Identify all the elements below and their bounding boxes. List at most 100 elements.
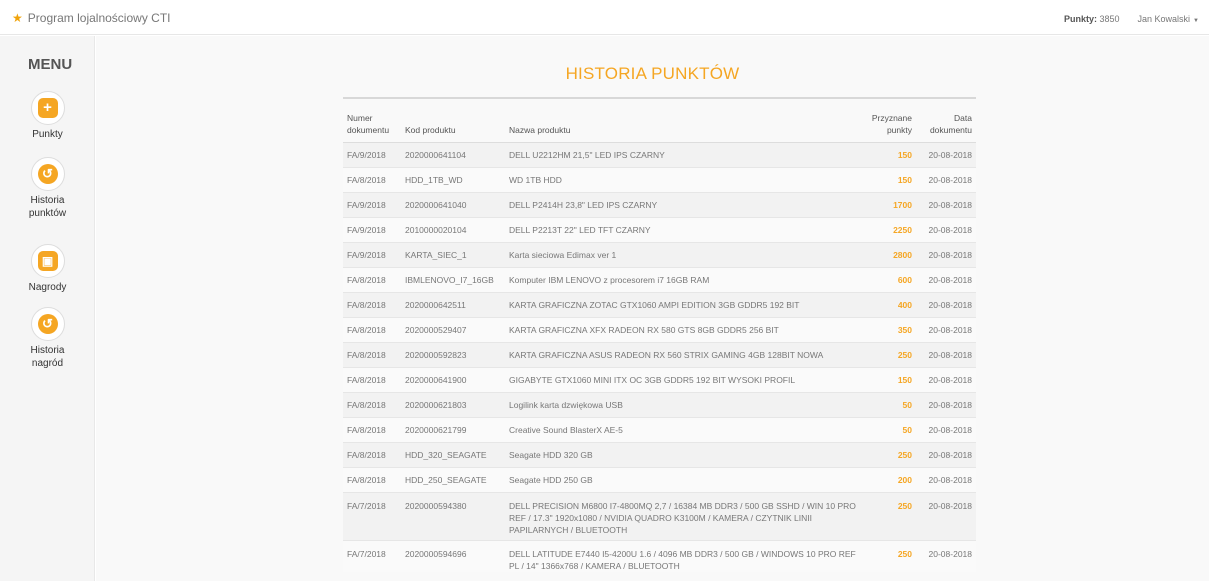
sidebar: MENU + Punkty ↺ Historia punktów ▣ Nagro… bbox=[0, 36, 95, 581]
cell-doc-number: FA/8/2018 bbox=[343, 167, 401, 193]
cell-points: 250 bbox=[861, 492, 916, 541]
star-icon: ★ bbox=[12, 11, 23, 25]
cell-points: 200 bbox=[861, 467, 916, 493]
table-row: FA/8/2018 2020000529407 KARTA GRAFICZNA XF… bbox=[343, 317, 976, 343]
cell-date: 20-08-2018 bbox=[916, 467, 976, 493]
top-navbar: ★ Program lojalnościowy CTI Punkty: 3850… bbox=[0, 0, 1209, 35]
cell-product-code: IBMLENOVO_I7_16GB bbox=[401, 267, 505, 293]
table-row: FA/8/2018 2020000621799 Creative Sound Bla… bbox=[343, 417, 976, 443]
cell-product-code: 2020000621799 bbox=[401, 417, 505, 443]
table-row: FA/8/2018 2020000642511 KARTA GRAFICZNA ZO… bbox=[343, 292, 976, 318]
cell-product-name: KARTA GRAFICZNA ZOTAC GTX1060 AMPI EDITI… bbox=[505, 292, 861, 318]
cell-product-name: KARTA GRAFICZNA XFX RADEON RX 580 GTS 8G… bbox=[505, 317, 861, 343]
table-row: FA/8/2018 2020000641900 GIGABYTE GTX1060 M… bbox=[343, 367, 976, 393]
caret-down-icon: ▼ bbox=[1193, 18, 1199, 24]
cell-product-code: 2020000592823 bbox=[401, 342, 505, 368]
column-header-product-name: Nazwa produktu bbox=[505, 109, 861, 143]
column-header-points: Przyznane punkty bbox=[861, 109, 916, 143]
table-row: FA/7/2018 2020000594696 DELL LATITUDE E744… bbox=[343, 540, 976, 572]
main-content: HISTORIA PUNKTÓW Numer dokumentu Kod pro… bbox=[96, 36, 1209, 581]
column-header-date: Data dokumentu bbox=[916, 109, 976, 143]
cell-points: 400 bbox=[861, 292, 916, 318]
table-row: FA/8/2018 2020000621803 Logilink karta dzw… bbox=[343, 392, 976, 418]
cell-points: 250 bbox=[861, 442, 916, 468]
sidebar-item-punkty[interactable]: + Punkty bbox=[0, 91, 95, 141]
cell-date: 20-08-2018 bbox=[916, 367, 976, 393]
user-menu[interactable]: Jan Kowalski ▼ bbox=[1138, 14, 1199, 24]
cell-date: 20-08-2018 bbox=[916, 417, 976, 443]
cell-product-code: HDD_1TB_WD bbox=[401, 167, 505, 193]
cell-product-name: DELL P2414H 23,8" LED IPS CZARNY bbox=[505, 192, 861, 218]
cell-doc-number: FA/9/2018 bbox=[343, 192, 401, 218]
gift-icon: ▣ bbox=[30, 244, 65, 278]
points-summary: Punkty: 3850 bbox=[1064, 14, 1120, 24]
cell-date: 20-08-2018 bbox=[916, 540, 976, 572]
table-row: FA/8/2018 HDD_320_SEAGATE Seagate HDD 320 … bbox=[343, 442, 976, 468]
cell-points: 150 bbox=[861, 142, 916, 168]
cell-product-code: HDD_250_SEAGATE bbox=[401, 467, 505, 493]
cell-product-code: 2020000641104 bbox=[401, 142, 505, 168]
table-row: FA/9/2018 KARTA_SIEC_1 Karta sieciowa Edim… bbox=[343, 242, 976, 268]
menu-title: MENU bbox=[28, 56, 73, 73]
cell-product-name: Logilink karta dzwiękowa USB bbox=[505, 392, 861, 418]
cell-date: 20-08-2018 bbox=[916, 492, 976, 541]
table-row: FA/9/2018 2020000641040 DELL P2414H 23,8" … bbox=[343, 192, 976, 218]
table-row: FA/8/2018 HDD_1TB_WD WD 1TB HDD 150 20-08-20… bbox=[343, 167, 976, 193]
cell-doc-number: FA/8/2018 bbox=[343, 442, 401, 468]
cell-doc-number: FA/8/2018 bbox=[343, 317, 401, 343]
table-header-row: Numer dokumentu Kod produktu Nazwa produ… bbox=[343, 109, 976, 143]
sidebar-item-historia-punktow[interactable]: ↺ Historia punktów bbox=[0, 157, 95, 220]
sidebar-item-label: Historia punktów bbox=[28, 195, 67, 219]
cell-product-code: 2020000621803 bbox=[401, 392, 505, 418]
cell-doc-number: FA/8/2018 bbox=[343, 342, 401, 368]
sidebar-item-nagrody[interactable]: ▣ Nagrody bbox=[0, 244, 95, 294]
cell-date: 20-08-2018 bbox=[916, 392, 976, 418]
top-right-area: Punkty: 3850 Jan Kowalski ▼ bbox=[1064, 14, 1199, 24]
sidebar-item-label: Nagrody bbox=[28, 282, 67, 293]
cell-doc-number: FA/9/2018 bbox=[343, 217, 401, 243]
cell-points: 350 bbox=[861, 317, 916, 343]
cell-date: 20-08-2018 bbox=[916, 192, 976, 218]
cell-product-name: Karta sieciowa Edimax ver 1 bbox=[505, 242, 861, 268]
cell-points: 50 bbox=[861, 417, 916, 443]
cell-points: 1700 bbox=[861, 192, 916, 218]
cell-product-code: 2020000641900 bbox=[401, 367, 505, 393]
brand-link[interactable]: ★ Program lojalnościowy CTI bbox=[12, 11, 170, 25]
cell-doc-number: FA/9/2018 bbox=[343, 242, 401, 268]
table-row: FA/9/2018 2020000641104 DELL U2212HM 21,5"… bbox=[343, 142, 976, 168]
cell-doc-number: FA/8/2018 bbox=[343, 292, 401, 318]
cell-product-name: WD 1TB HDD bbox=[505, 167, 861, 193]
cell-product-name: Komputer IBM LENOVO z procesorem i7 16GB… bbox=[505, 267, 861, 293]
cell-doc-number: FA/8/2018 bbox=[343, 467, 401, 493]
cell-product-name: DELL LATITUDE E7440 I5-4200U 1.6 / 4096 … bbox=[505, 540, 861, 572]
history-icon: ↺ bbox=[30, 307, 65, 341]
cell-date: 20-08-2018 bbox=[916, 142, 976, 168]
cell-doc-number: FA/9/2018 bbox=[343, 142, 401, 168]
cell-doc-number: FA/8/2018 bbox=[343, 267, 401, 293]
points-history-table: Numer dokumentu Kod produktu Nazwa produ… bbox=[343, 109, 976, 572]
cell-points: 600 bbox=[861, 267, 916, 293]
cell-date: 20-08-2018 bbox=[916, 442, 976, 468]
cell-date: 20-08-2018 bbox=[916, 217, 976, 243]
user-name: Jan Kowalski bbox=[1137, 14, 1191, 24]
cell-points: 150 bbox=[861, 367, 916, 393]
cell-product-code: KARTA_SIEC_1 bbox=[401, 242, 505, 268]
page-title: HISTORIA PUNKTÓW bbox=[565, 64, 740, 83]
cell-product-code: 2020000529407 bbox=[401, 317, 505, 343]
cell-date: 20-08-2018 bbox=[916, 292, 976, 318]
table-row: FA/8/2018 IBMLENOVO_I7_16GB Komputer IBM L… bbox=[343, 267, 976, 293]
history-icon: ↺ bbox=[30, 157, 65, 191]
cell-points: 50 bbox=[861, 392, 916, 418]
cell-product-name: Seagate HDD 320 GB bbox=[505, 442, 861, 468]
cell-doc-number: FA/8/2018 bbox=[343, 417, 401, 443]
cell-points: 2250 bbox=[861, 217, 916, 243]
cell-product-code: 2020000594696 bbox=[401, 540, 505, 572]
brand-title: Program lojalnościowy CTI bbox=[27, 11, 171, 25]
cell-product-name: DELL P2213T 22" LED TFT CZARNY bbox=[505, 217, 861, 243]
cell-points: 150 bbox=[861, 167, 916, 193]
cell-date: 20-08-2018 bbox=[916, 317, 976, 343]
plus-icon: + bbox=[30, 91, 65, 125]
cell-points: 250 bbox=[861, 540, 916, 572]
sidebar-item-historia-nagrod[interactable]: ↺ Historia nagród bbox=[0, 307, 95, 370]
sidebar-item-label: Punkty bbox=[32, 129, 63, 140]
